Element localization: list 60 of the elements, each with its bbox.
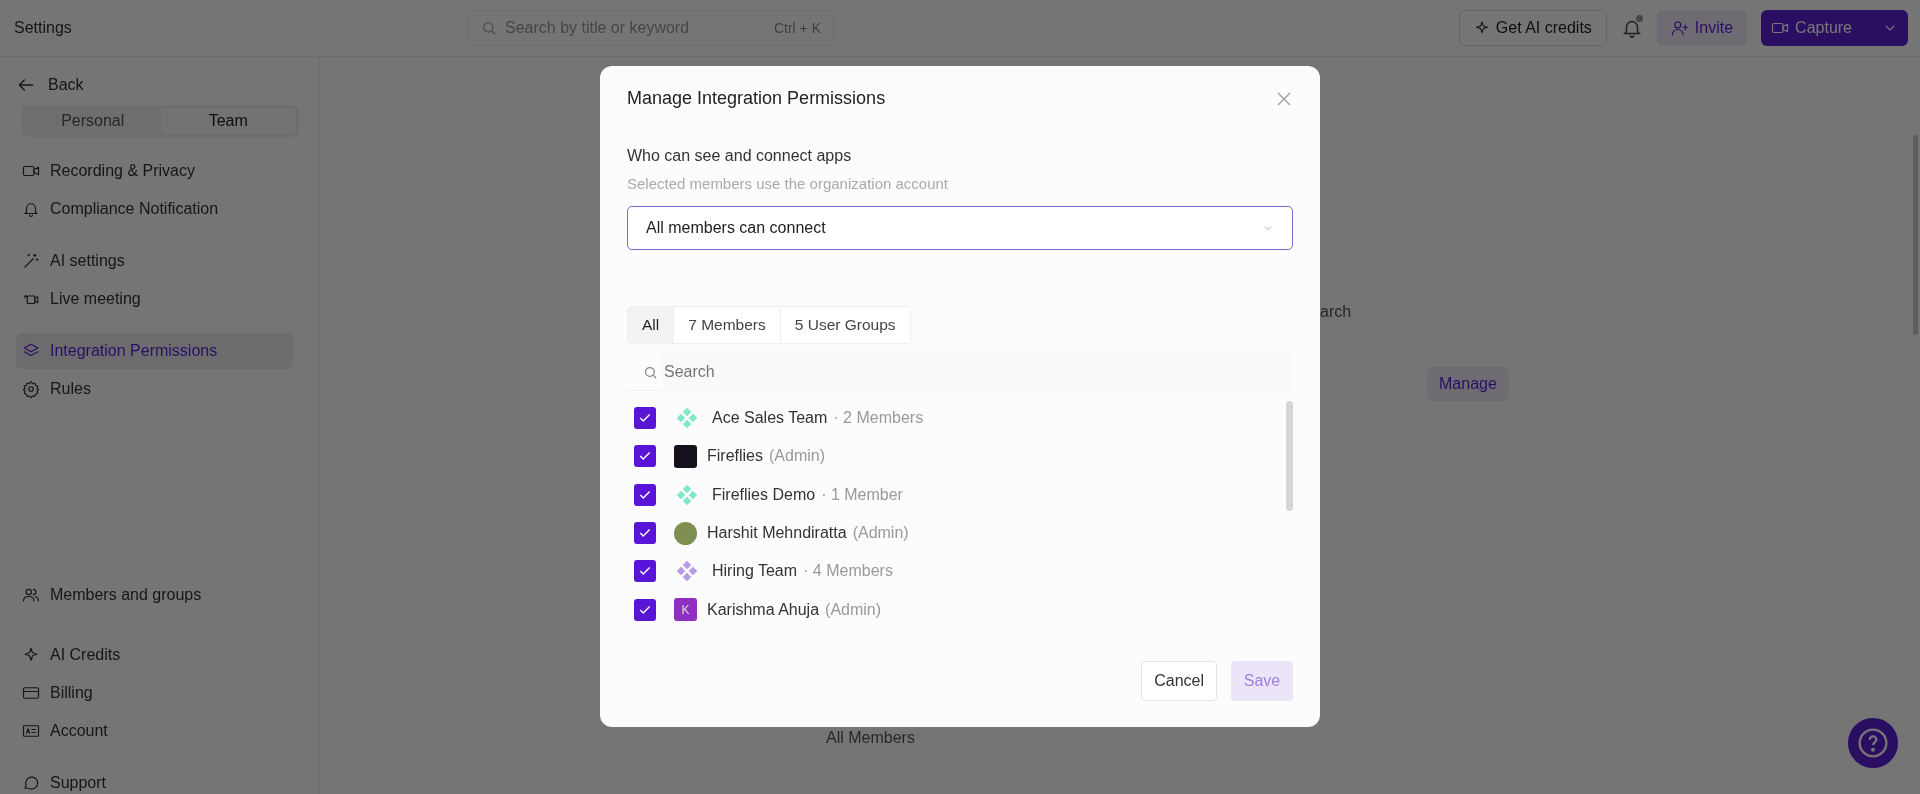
access-select[interactable]: All members can connect xyxy=(627,206,1293,250)
people-icon xyxy=(22,586,40,604)
sidebar-item[interactable]: AI settings xyxy=(16,243,293,279)
scope-tab[interactable]: Personal xyxy=(25,108,161,134)
filter-tab[interactable]: All xyxy=(628,307,675,343)
get-credits-button[interactable]: Get AI credits xyxy=(1458,10,1607,46)
sidebar-item[interactable]: Billing xyxy=(16,675,293,711)
sparkle-icon xyxy=(1473,20,1490,36)
sidebar-item[interactable]: Support xyxy=(16,765,293,794)
row-name: Harshit Mehndiratta xyxy=(707,524,847,543)
invite-button[interactable]: Invite xyxy=(1656,10,1748,46)
row-name: Hiring Team xyxy=(712,562,798,581)
scrollbar[interactable] xyxy=(1286,401,1293,511)
section-hint: Selected members use the organization account xyxy=(627,175,950,192)
sidebar-item[interactable]: Recording & Privacy xyxy=(16,153,293,189)
row-detail: (Admin) xyxy=(769,447,826,466)
scope-tab[interactable]: Team xyxy=(160,108,296,134)
row-detail: · 2 Members xyxy=(833,409,924,428)
search-icon xyxy=(643,364,658,380)
manage-button[interactable]: Manage xyxy=(1427,367,1509,401)
checkbox[interactable] xyxy=(634,483,656,506)
dialog-title: Manage Integration Permissions xyxy=(627,88,886,109)
row-detail: (Admin) xyxy=(852,524,909,543)
page-title: Settings xyxy=(14,19,73,37)
search-icon xyxy=(481,20,497,36)
checkbox[interactable] xyxy=(634,522,656,545)
add-person-icon xyxy=(1670,19,1689,37)
back-button[interactable]: Back xyxy=(16,73,299,97)
members-text: All Members xyxy=(826,729,915,747)
row-detail: · 4 Members xyxy=(803,562,893,581)
row-name: Fireflies xyxy=(707,447,763,466)
row-detail: (Admin) xyxy=(825,600,882,619)
row-name: Ace Sales Team xyxy=(712,409,828,428)
row-name: Fireflies Demo xyxy=(712,485,816,504)
sidebar-item[interactable]: Members and groups xyxy=(16,577,293,613)
sparkle-icon xyxy=(22,646,40,664)
sidebar-item[interactable]: Account xyxy=(16,713,293,749)
checkbox[interactable] xyxy=(634,445,656,468)
sidebar-item[interactable]: Compliance Notification xyxy=(16,191,293,227)
sidebar-item[interactable]: Live meeting xyxy=(16,281,293,317)
chat-bubble-icon xyxy=(22,774,40,792)
gear-icon xyxy=(22,380,40,398)
checkbox[interactable] xyxy=(634,407,656,430)
sidebar-item[interactable]: Integration Permissions xyxy=(16,333,293,369)
id-card-icon xyxy=(22,722,40,740)
bell-icon xyxy=(22,200,40,218)
section-label: Who can see and connect apps xyxy=(627,147,853,165)
sidebar-item[interactable]: AI Credits xyxy=(16,637,293,673)
sidebar-item[interactable]: Rules xyxy=(16,371,293,407)
avatar-icon: K xyxy=(674,598,697,622)
help-icon xyxy=(1857,727,1889,759)
row-name: Karishma Ahuja xyxy=(707,600,820,619)
search-text: arch xyxy=(1320,303,1352,321)
credit-card-icon xyxy=(22,684,40,702)
capture-button[interactable]: Capture xyxy=(1761,10,1908,46)
checkbox[interactable] xyxy=(634,598,656,621)
row-detail: · 1 Member xyxy=(821,485,903,504)
cancel-button[interactable]: Cancel xyxy=(1141,661,1217,701)
checkbox[interactable] xyxy=(634,560,656,583)
magic-wand-icon xyxy=(22,252,40,270)
